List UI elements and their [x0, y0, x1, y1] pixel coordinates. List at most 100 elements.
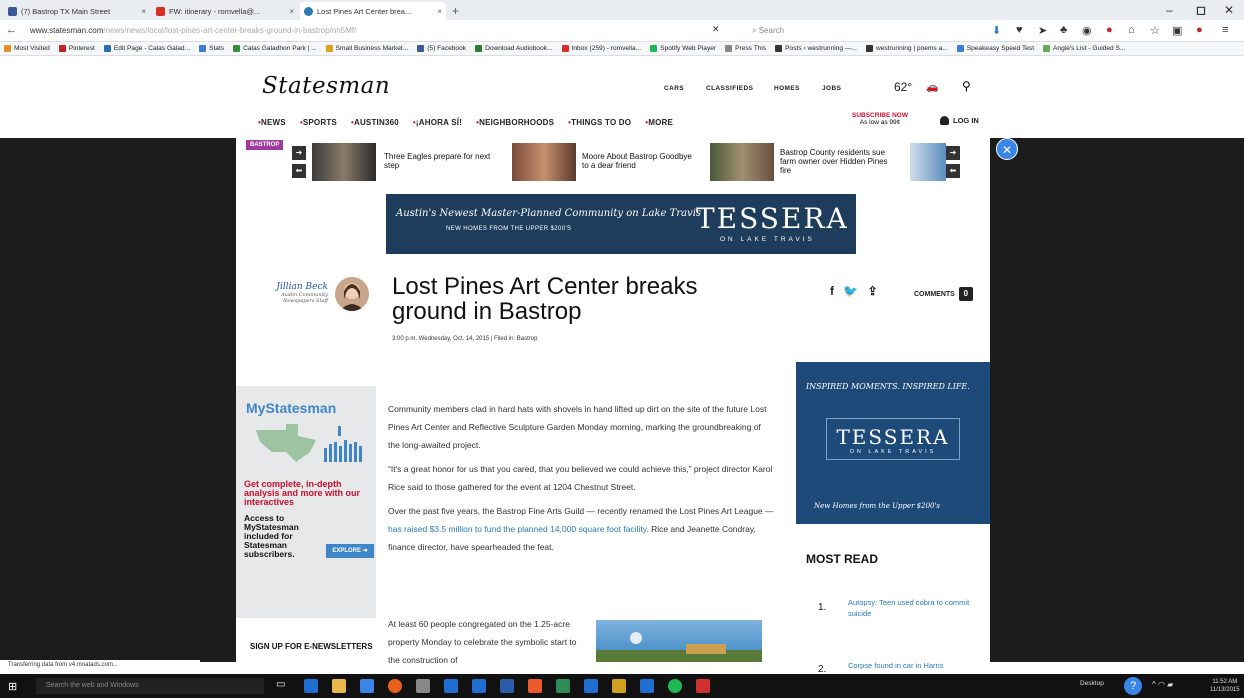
- bookmark-item[interactable]: Speakeasy Speed Test: [956, 45, 1034, 52]
- bookmark-item[interactable]: Press This: [725, 45, 766, 52]
- desktop-toolbar-label[interactable]: Desktop: [1080, 680, 1104, 687]
- maximize-icon[interactable]: ◻: [1196, 3, 1206, 17]
- windows-start-icon[interactable]: ⊞: [8, 680, 17, 693]
- subscribe-link[interactable]: SUBSCRIBE NOW As low as 99¢: [852, 112, 908, 126]
- login-button[interactable]: LOG IN: [940, 116, 979, 125]
- library-icon[interactable]: ▣: [1172, 24, 1182, 37]
- app-icon[interactable]: [472, 679, 486, 693]
- statesman-logo[interactable]: Statesman: [262, 73, 390, 99]
- menu-item-more[interactable]: •MORE: [645, 118, 673, 127]
- app-icon[interactable]: [584, 679, 598, 693]
- related-headline[interactable]: Three Eagles prepare for next step: [384, 152, 494, 170]
- firefox-icon[interactable]: [388, 679, 402, 693]
- app-icon[interactable]: [640, 679, 654, 693]
- prev-arrow-icon[interactable]: ⬅: [946, 164, 960, 178]
- browser-tab-gmail[interactable]: FW: itinerary - romvella@... ×: [152, 2, 298, 20]
- related-thumbnail[interactable]: [512, 143, 576, 181]
- most-read-item[interactable]: Autopsy: Teen used cobra to commit suici…: [848, 597, 988, 619]
- header-link-homes[interactable]: HOMES: [774, 85, 800, 92]
- facebook-share-icon[interactable]: f: [830, 284, 834, 298]
- task-view-icon[interactable]: ▭: [276, 679, 290, 693]
- weather-temperature[interactable]: 62°: [894, 80, 912, 94]
- next-arrow-icon[interactable]: ➜: [946, 146, 960, 160]
- related-thumbnail[interactable]: [710, 143, 774, 181]
- app-icon[interactable]: [416, 679, 430, 693]
- home-icon[interactable]: ⌂: [1128, 24, 1135, 36]
- bookmark-item[interactable]: Angie's List - Guided S...: [1043, 45, 1125, 52]
- menu-item-austin360[interactable]: •AUSTIN360: [351, 118, 399, 127]
- excel-icon[interactable]: [556, 679, 570, 693]
- menu-icon[interactable]: ≡: [1222, 24, 1228, 36]
- search-input[interactable]: ⌕ Search: [752, 23, 952, 39]
- next-arrow-icon[interactable]: ➜: [292, 146, 306, 160]
- newsletter-signup-link[interactable]: SIGN UP FOR E-NEWSLETTERS: [250, 642, 373, 651]
- related-thumbnail[interactable]: [312, 143, 376, 181]
- header-link-jobs[interactable]: JOBS: [822, 85, 841, 92]
- bookmark-star-icon[interactable]: ☆: [1150, 24, 1160, 37]
- prev-arrow-icon[interactable]: ⬅: [292, 164, 306, 178]
- article-photo[interactable]: [596, 620, 762, 662]
- store-icon[interactable]: [360, 679, 374, 693]
- bookmark-item[interactable]: Inbox (259) - romvella...: [561, 45, 641, 52]
- extension-icon[interactable]: ♣: [1060, 24, 1067, 36]
- chat-icon[interactable]: ◉: [1082, 24, 1092, 37]
- close-overlay-icon[interactable]: ✕: [996, 138, 1018, 160]
- back-icon[interactable]: ←: [6, 24, 17, 36]
- new-tab-button[interactable]: +: [452, 2, 459, 20]
- menu-item-things-to-do[interactable]: •THINGS TO DO: [568, 118, 631, 127]
- bookmark-item[interactable]: (5) Facebook: [417, 45, 466, 52]
- minimize-icon[interactable]: –: [1166, 3, 1173, 17]
- bookmark-item[interactable]: Posts ‹ westrunning —...: [775, 45, 857, 52]
- close-window-icon[interactable]: ✕: [1224, 3, 1234, 17]
- bookmark-item[interactable]: Most Visited: [4, 45, 50, 52]
- most-read-item[interactable]: Corpse found in car in Harris: [848, 660, 988, 671]
- related-headline[interactable]: Moore About Bastrop Goodbye to a dear fr…: [582, 152, 692, 170]
- header-link-classifieds[interactable]: CLASSIFIEDS: [706, 85, 753, 92]
- comments-link[interactable]: COMMENTS 0: [914, 287, 973, 301]
- app-icon[interactable]: [612, 679, 626, 693]
- related-thumbnail[interactable]: [910, 143, 946, 181]
- bookmark-item[interactable]: Download Audiobook...: [475, 45, 553, 52]
- help-icon[interactable]: ?: [1124, 677, 1142, 695]
- taskbar-clock[interactable]: 11:52 AM 11/13/2015: [1210, 678, 1240, 694]
- related-headline[interactable]: Bastrop County residents sue farm owner …: [780, 148, 890, 175]
- explore-button[interactable]: EXPLORE ➜: [326, 544, 374, 558]
- pinterest-icon[interactable]: ●: [1106, 24, 1113, 36]
- acrobat-icon[interactable]: [696, 679, 710, 693]
- url-bar[interactable]: www.statesman.com/news/news/local/lost-p…: [30, 23, 690, 39]
- app-icon[interactable]: [528, 679, 542, 693]
- browser-tab-statesman[interactable]: Lost Pines Art Center brea... ×: [300, 2, 446, 20]
- close-tab-icon[interactable]: ×: [289, 7, 294, 16]
- close-tab-icon[interactable]: ×: [141, 7, 146, 16]
- bookmark-item[interactable]: Calas Galadhon Park | ...: [233, 45, 317, 52]
- search-icon[interactable]: ⚲: [962, 79, 971, 93]
- download-icon[interactable]: ⬇: [992, 24, 1001, 37]
- article-link[interactable]: has raised $3.5 million to fund the plan…: [388, 524, 649, 534]
- file-explorer-icon[interactable]: [332, 679, 346, 693]
- send-icon[interactable]: ➤: [1038, 24, 1047, 37]
- reload-icon[interactable]: ✕: [712, 24, 720, 35]
- app-icon[interactable]: [444, 679, 458, 693]
- menu-item-neighborhoods[interactable]: •NEIGHBORHOODS: [476, 118, 554, 127]
- tray-icons[interactable]: ^ ◠ ▰: [1152, 680, 1173, 689]
- bookmark-item[interactable]: Spotify Web Player: [650, 45, 716, 52]
- pocket-icon[interactable]: ♥: [1016, 24, 1023, 36]
- tessera-sidebar-ad[interactable]: INSPIRED MOMENTS. INSPIRED LIFE. TESSERA…: [796, 362, 990, 524]
- edge-icon[interactable]: [304, 679, 318, 693]
- promo-title[interactable]: MyStatesman: [246, 400, 336, 416]
- bookmark-item[interactable]: Pinterest: [58, 45, 95, 52]
- menu-item-sports[interactable]: •SPORTS: [300, 118, 337, 127]
- header-link-cars[interactable]: CARS: [664, 85, 684, 92]
- word-icon[interactable]: [500, 679, 514, 693]
- menu-item-news[interactable]: •NEWS: [258, 118, 286, 127]
- traffic-icon[interactable]: 🚗: [926, 82, 938, 93]
- taskbar-search-input[interactable]: Search the web and Windows: [36, 678, 264, 694]
- spotify-icon[interactable]: [668, 679, 682, 693]
- bookmark-item[interactable]: Stats: [199, 45, 224, 52]
- author-name[interactable]: Jillian Beck: [268, 282, 328, 292]
- section-tag[interactable]: BASTROP: [246, 140, 284, 150]
- bookmark-item[interactable]: westrunning | poems a...: [865, 45, 948, 52]
- share-icon[interactable]: ⇪: [868, 284, 878, 298]
- menu-item-ahora-si[interactable]: •¡AHORA SÍ!: [413, 118, 462, 127]
- tessera-banner-ad[interactable]: Austin's Newest Master-Planned Community…: [386, 194, 856, 254]
